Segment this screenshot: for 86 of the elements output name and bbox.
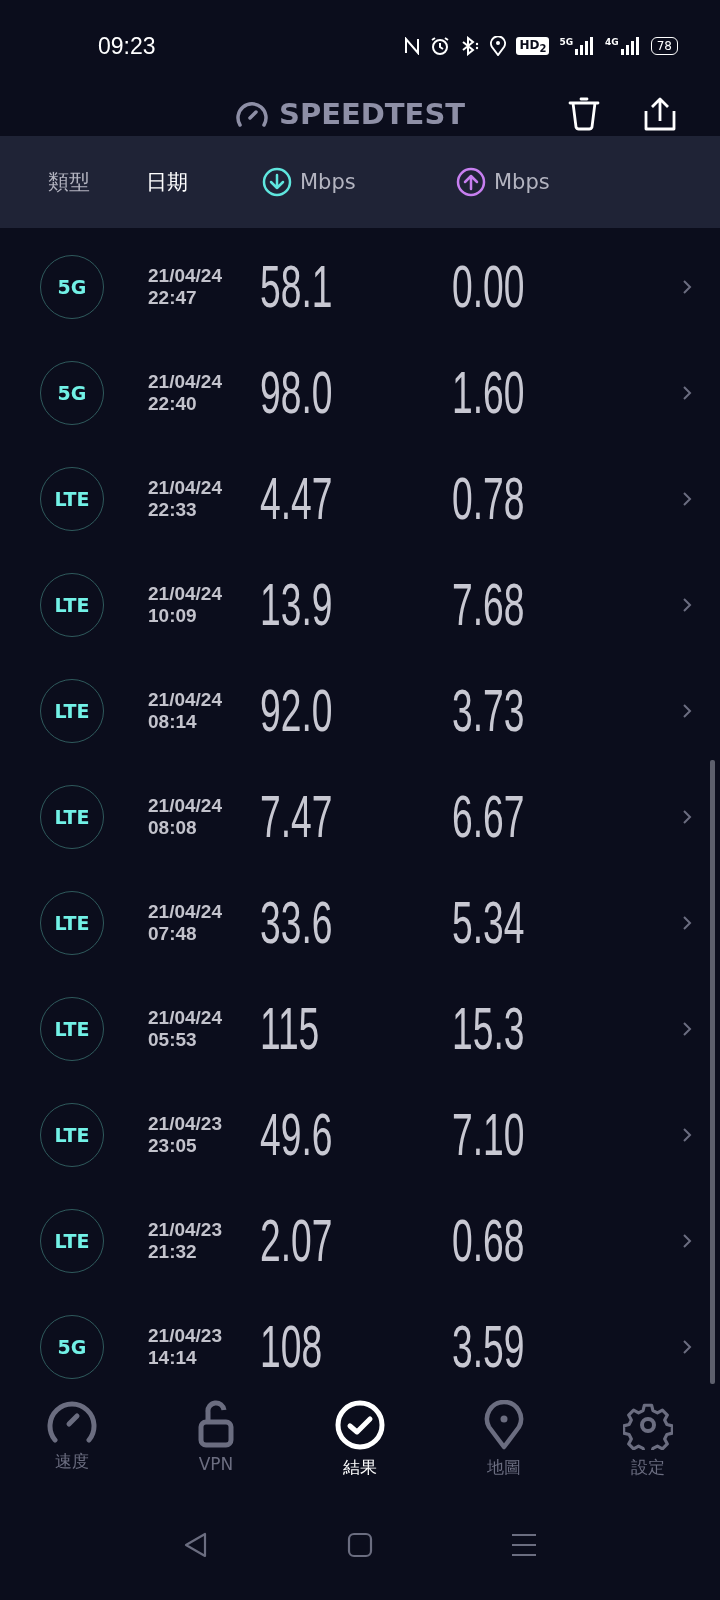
chevron-right-icon[interactable] [682, 597, 692, 613]
download-speed: 115 [260, 999, 320, 1059]
result-time: 14:14 [148, 1347, 198, 1369]
upload-speed: 7.68 [452, 575, 525, 635]
chevron-right-icon[interactable] [682, 491, 692, 507]
battery-level: 78 [650, 37, 678, 55]
download-speed: 2.07 [260, 1211, 333, 1271]
upload-speed: 1.60 [452, 363, 525, 423]
result-date: 21/04/24 [148, 689, 223, 711]
download-speed: 58.1 [260, 257, 333, 317]
column-header[interactable]: 日期 [146, 168, 188, 196]
share-icon[interactable] [644, 97, 676, 131]
speedometer-icon [235, 100, 269, 128]
result-date: 21/04/23 [148, 1325, 223, 1347]
result-date: 21/04/24 [148, 371, 223, 393]
result-date: 21/04/24 [148, 1007, 223, 1029]
chevron-right-icon[interactable] [682, 1127, 692, 1143]
chevron-right-icon[interactable] [682, 915, 692, 931]
result-date: 21/04/24 [148, 901, 223, 923]
download-speed: 7.47 [260, 787, 333, 847]
chevron-right-icon[interactable] [682, 703, 692, 719]
download-speed: 13.9 [260, 575, 333, 635]
menu-icon[interactable] [511, 1532, 537, 1558]
result-time: 22:47 [148, 287, 198, 309]
location-icon [490, 36, 507, 56]
signal-icon [575, 37, 596, 55]
chevron-right-icon[interactable] [682, 1339, 692, 1355]
result-time: 21:32 [148, 1241, 198, 1263]
chevron-right-icon[interactable] [682, 279, 692, 295]
app-title: SPEEDTEST [279, 97, 466, 131]
result-time: 22:33 [148, 499, 198, 521]
nav-tab[interactable]: 地圖 [432, 1388, 576, 1500]
upload-speed: 0.68 [452, 1211, 525, 1271]
bluetooth-icon [460, 36, 481, 56]
upload-speed: 6.67 [452, 787, 525, 847]
trash-icon[interactable] [568, 97, 600, 131]
download-speed: 49.6 [260, 1105, 333, 1165]
chevron-right-icon[interactable] [682, 1021, 692, 1037]
home-icon[interactable] [347, 1532, 373, 1558]
result-time: 07:48 [148, 923, 198, 945]
upload-speed: 0.78 [452, 469, 525, 529]
result-date: 21/04/24 [148, 795, 223, 817]
download-speed: 92.0 [260, 681, 333, 741]
column-header[interactable]: Mbps [494, 170, 550, 194]
upload-speed: 5.34 [452, 893, 525, 953]
upload-speed: 15.3 [452, 999, 525, 1059]
result-date: 21/04/24 [148, 583, 223, 605]
result-time: 08:08 [148, 817, 198, 839]
chevron-right-icon[interactable] [682, 809, 692, 825]
download-speed: 108 [260, 1317, 323, 1377]
nfc-icon [404, 37, 421, 55]
upload-speed: 3.59 [452, 1317, 525, 1377]
signal-icon [620, 37, 641, 55]
back-icon[interactable] [183, 1532, 209, 1558]
result-time: 22:40 [148, 393, 198, 415]
upload-speed: 0.00 [452, 257, 525, 317]
location-pin-icon [484, 1400, 524, 1450]
unlocked-padlock-icon [198, 1400, 234, 1448]
download-speed: 98.0 [260, 363, 333, 423]
nav-tab[interactable]: 結果 [288, 1388, 432, 1500]
result-time: 10:09 [148, 605, 198, 627]
network-type: 5G [559, 37, 574, 47]
nav-tab[interactable]: 速度 [0, 1388, 144, 1500]
result-date: 21/04/23 [148, 1219, 223, 1241]
alarm-clock-icon [430, 36, 451, 56]
status-time: 09:23 [98, 32, 156, 60]
nav-tab[interactable]: VPN [144, 1388, 288, 1500]
hd-voice-badge: HD$_{2}$ [516, 36, 550, 56]
column-header[interactable]: 類型 [48, 168, 90, 196]
download-speed: 33.6 [260, 893, 333, 953]
result-time: 05:53 [148, 1029, 198, 1051]
result-time: 23:05 [148, 1135, 198, 1157]
download-speed: 4.47 [260, 469, 333, 529]
chevron-right-icon[interactable] [682, 385, 692, 401]
result-date: 21/04/24 [148, 265, 223, 287]
upload-speed: 7.10 [452, 1105, 525, 1165]
column-header[interactable]: Mbps [300, 170, 356, 194]
result-date: 21/04/24 [148, 477, 223, 499]
chevron-right-icon[interactable] [682, 1233, 692, 1249]
result-date: 21/04/23 [148, 1113, 223, 1135]
nav-tab[interactable]: 設定 [576, 1388, 720, 1500]
result-time: 08:14 [148, 711, 198, 733]
upload-speed: 3.73 [452, 681, 525, 741]
network-type: 4G [605, 37, 619, 47]
checkmark-circle-icon [335, 1400, 385, 1450]
speedometer-icon [47, 1400, 97, 1444]
